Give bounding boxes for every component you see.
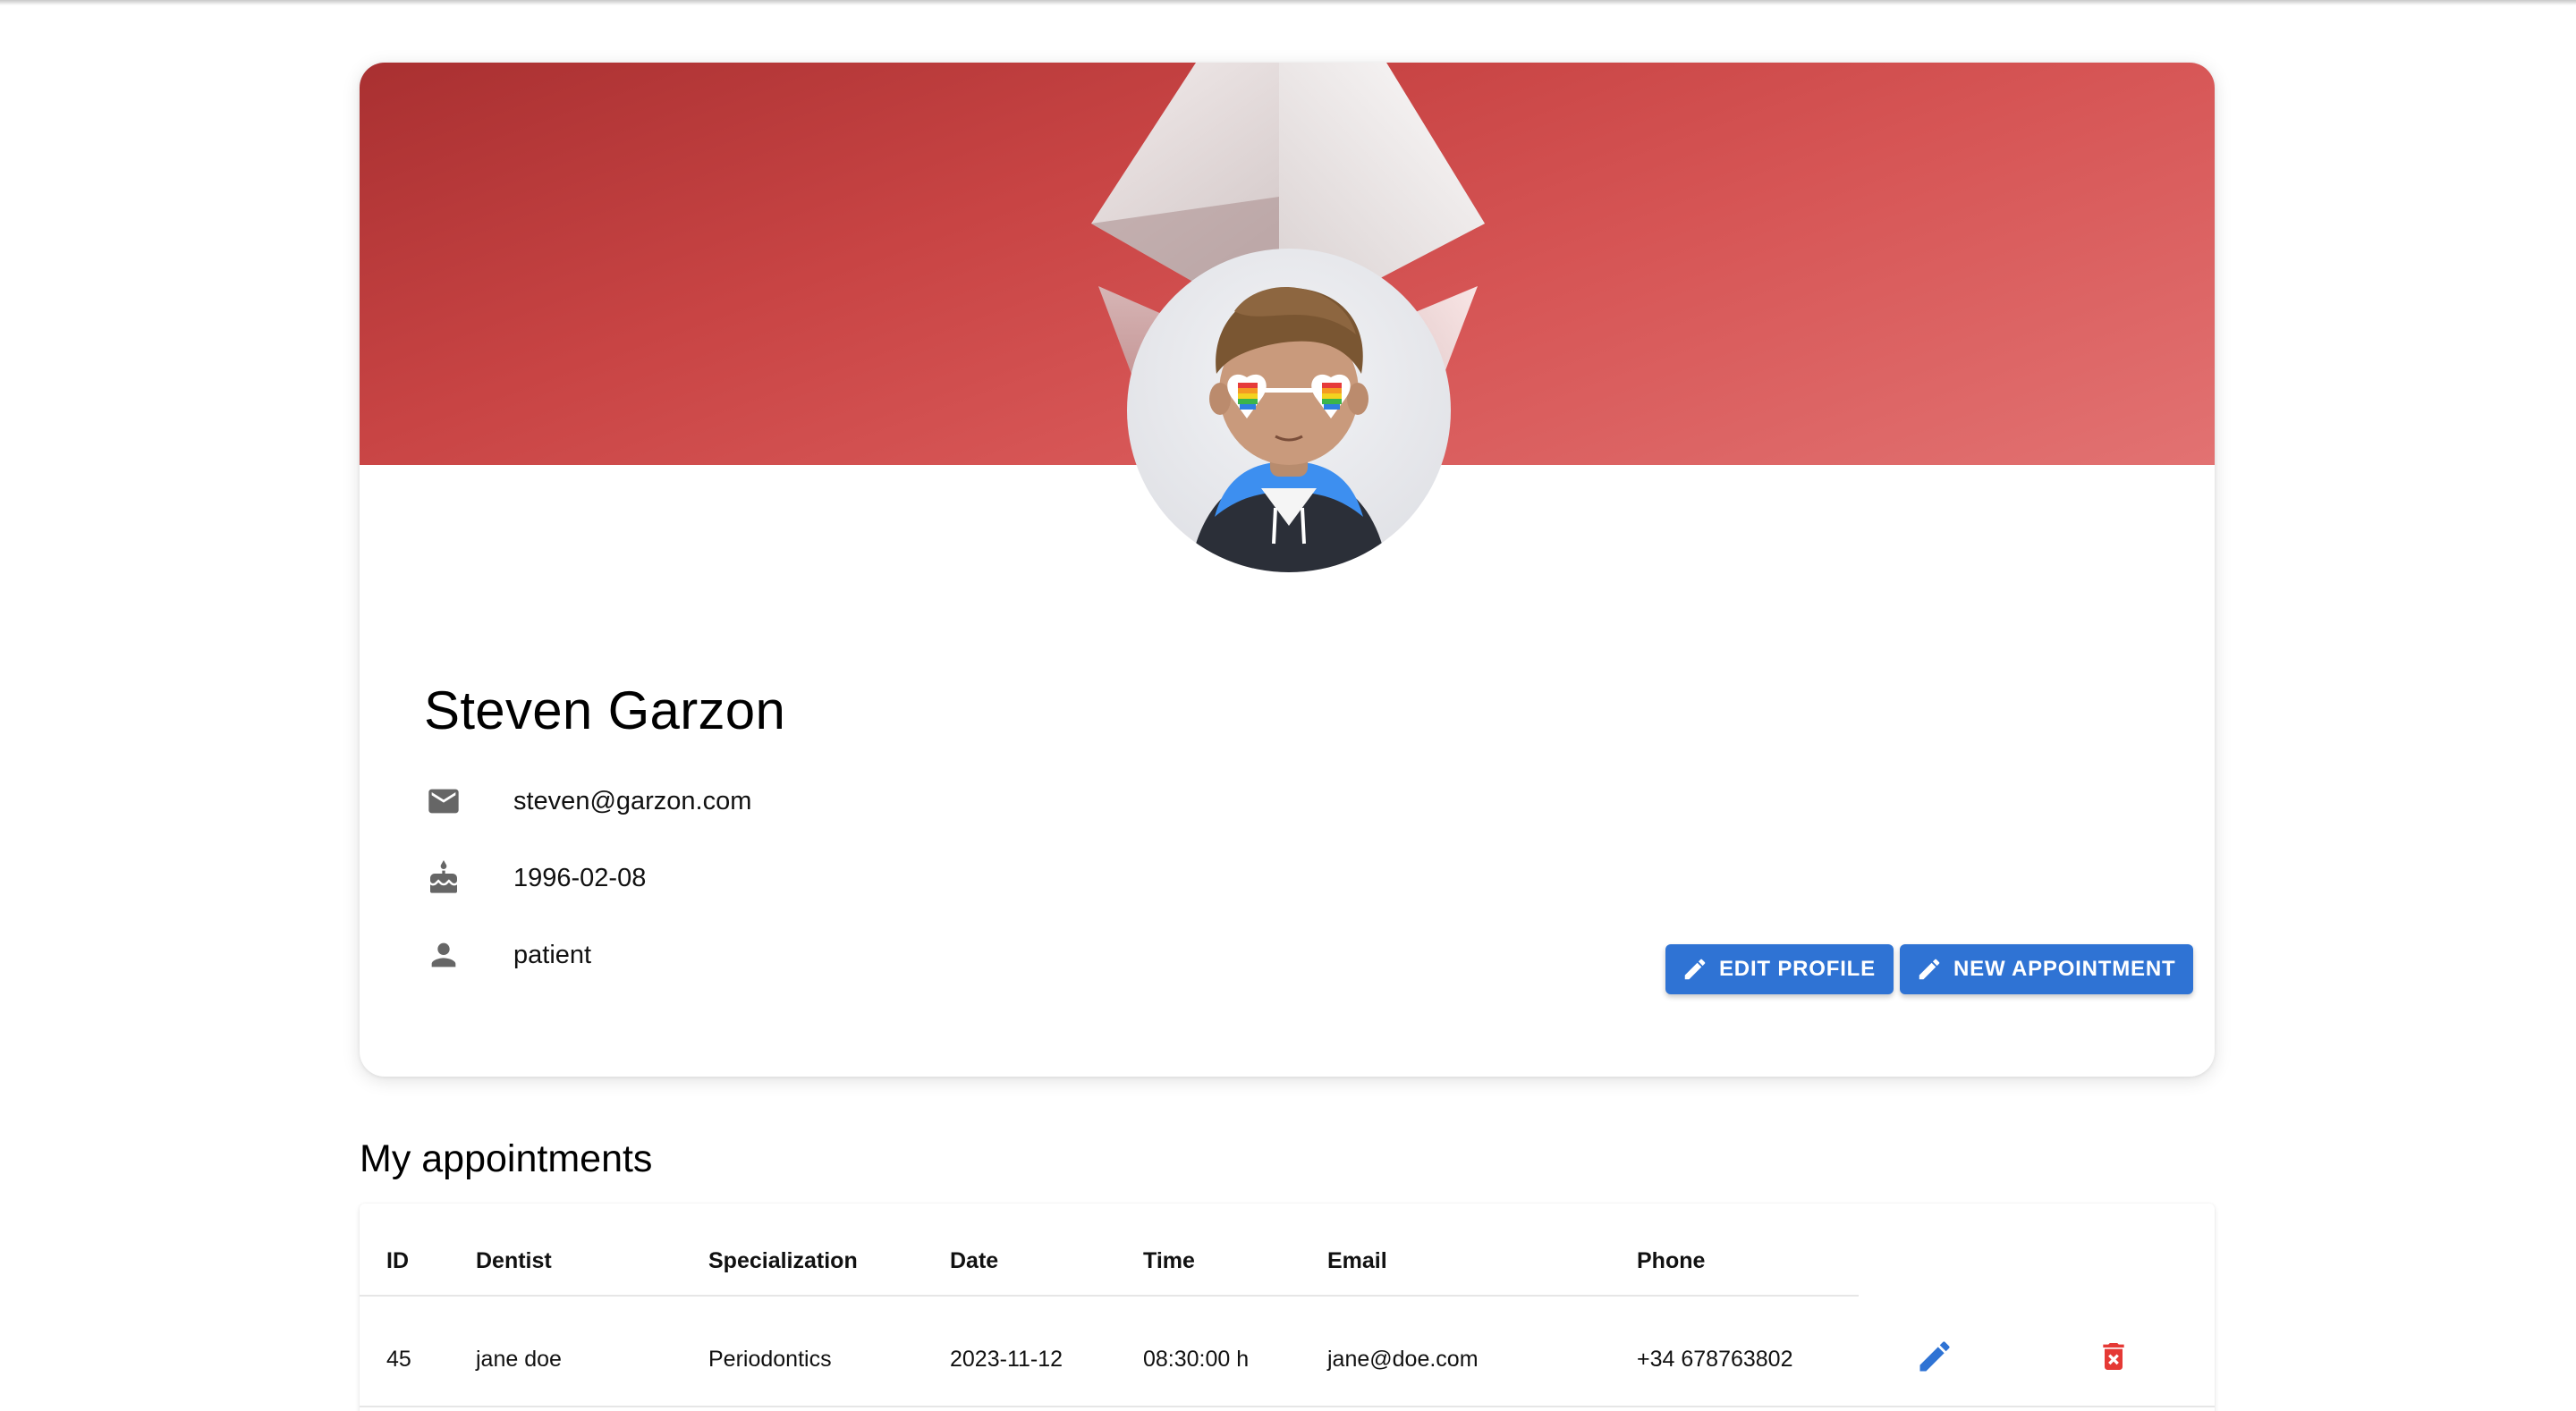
profile-birthdate: 1996-02-08 xyxy=(513,863,647,892)
row-divider xyxy=(360,1406,2215,1407)
pencil-icon xyxy=(1914,954,1945,984)
edit-profile-button[interactable]: EDIT PROFILE xyxy=(1665,944,1894,994)
column-header-phone[interactable]: Phone xyxy=(1637,1248,1705,1274)
new-appointment-label: NEW APPOINTMENT xyxy=(1953,957,2176,981)
cell-id: 45 xyxy=(386,1347,411,1372)
trash-icon xyxy=(2103,1343,2124,1370)
avatar xyxy=(1127,249,1451,572)
column-header-id[interactable]: ID xyxy=(386,1248,409,1274)
appointments-title: My appointments xyxy=(360,1137,653,1180)
cell-phone: +34 678763802 xyxy=(1637,1347,1793,1372)
delete-appointment-button[interactable] xyxy=(2091,1334,2136,1379)
birthdate-row: 1996-02-08 xyxy=(424,851,646,905)
email-row: steven@garzon.com xyxy=(424,774,751,828)
appointments-table: ID Dentist Specialization Date Time Emai… xyxy=(360,1204,2215,1411)
profile-role: patient xyxy=(513,940,592,969)
column-header-email[interactable]: Email xyxy=(1327,1248,1387,1274)
edit-profile-label: EDIT PROFILE xyxy=(1719,957,1876,981)
top-bar-shadow xyxy=(0,0,2576,5)
column-header-specialization[interactable]: Specialization xyxy=(708,1248,858,1274)
person-icon xyxy=(424,935,463,975)
pencil-icon xyxy=(1919,1341,1950,1372)
cake-icon xyxy=(424,858,463,898)
column-header-date[interactable]: Date xyxy=(950,1248,998,1274)
column-header-dentist[interactable]: Dentist xyxy=(476,1248,552,1274)
profile-name: Steven Garzon xyxy=(424,680,786,740)
profile-email: steven@garzon.com xyxy=(513,786,752,815)
pencil-icon xyxy=(1680,954,1710,984)
header-divider xyxy=(360,1295,1859,1297)
cell-email: jane@doe.com xyxy=(1327,1347,1479,1372)
new-appointment-button[interactable]: NEW APPOINTMENT xyxy=(1900,944,2194,994)
mail-icon xyxy=(424,782,463,821)
cell-time: 08:30:00 h xyxy=(1143,1347,1250,1372)
cell-specialization: Periodontics xyxy=(708,1347,832,1372)
role-row: patient xyxy=(424,928,591,982)
cell-dentist: jane doe xyxy=(476,1347,562,1372)
column-header-time[interactable]: Time xyxy=(1143,1248,1195,1274)
edit-appointment-button[interactable] xyxy=(1912,1334,1957,1379)
cell-date: 2023-11-12 xyxy=(950,1347,1063,1372)
profile-card: Steven Garzon steven@garzon.com 1996-02-… xyxy=(360,63,2215,1077)
